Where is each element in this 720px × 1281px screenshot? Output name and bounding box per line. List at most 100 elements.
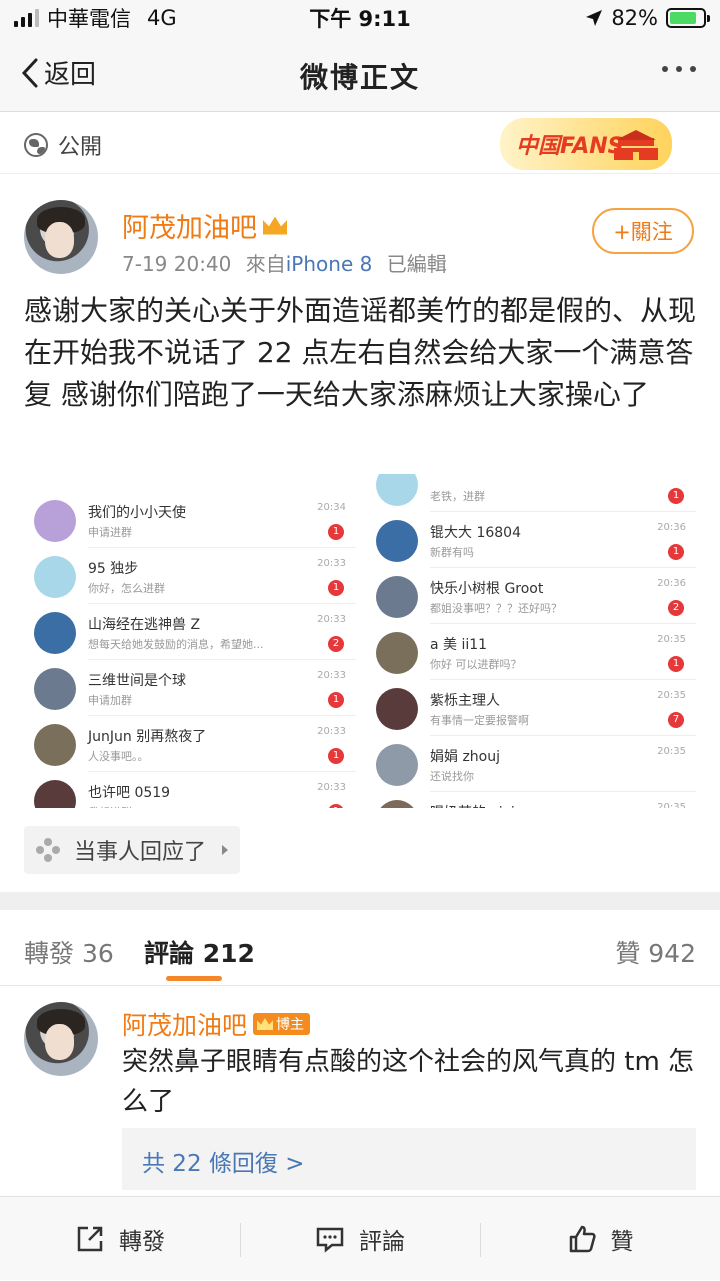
chat-time: 20:33 <box>317 670 346 681</box>
globe-icon <box>24 133 48 157</box>
chat-name: a 美 ii11 <box>430 637 488 653</box>
chat-avatar <box>376 520 418 562</box>
visibility-indicator: 公開 <box>24 129 102 161</box>
comment-text: 突然鼻子眼睛有点酸的这个社会的风气真的 tm 怎么了 <box>122 1047 695 1117</box>
unread-badge: 1 <box>328 692 344 708</box>
follow-button[interactable]: +關注 <box>592 208 694 254</box>
chat-time: 20:35 <box>657 746 686 757</box>
section-divider <box>0 892 720 910</box>
tab-like[interactable]: 贊 942 <box>615 934 696 970</box>
comment-label: 評論 <box>359 1229 405 1255</box>
chat-avatar <box>376 688 418 730</box>
chat-name: 95 独步 <box>88 561 139 577</box>
chat-message: 想每天给她发鼓励的消息，希望她... <box>88 638 264 651</box>
chat-list-item: 也许吧 0519 我想进群 20:33 1 <box>24 772 356 808</box>
edited-label: 已編輯 <box>386 252 447 276</box>
post-meta: 7-19 20:40 來自iPhone 8 已編輯 <box>122 248 447 277</box>
chat-time: 20:35 <box>657 634 686 645</box>
author-name: 阿茂加油吧 <box>122 213 257 244</box>
chat-list-item: 我们的小小天使 申请进群 20:34 1 <box>24 492 356 548</box>
chat-name: 我们的小小天使 <box>88 505 186 521</box>
reply-tag-label: 当事人回应了 <box>74 840 207 865</box>
chat-time: 20:35 <box>657 690 686 701</box>
unread-badge: 1 <box>328 524 344 540</box>
chat-message: 申请进群 <box>88 526 132 539</box>
chat-list-item: JunJun 别再熬夜了 人没事吧。。 20:33 1 <box>24 716 356 772</box>
chat-message: 新群有吗 <box>430 546 474 559</box>
china-fans-badge[interactable]: 中国FANS <box>500 118 672 170</box>
comment-button[interactable]: 評論 <box>240 1197 480 1281</box>
interaction-tabs: 轉發 36 評論 212 贊 942 <box>0 910 720 986</box>
chat-name: 锟大大 16804 <box>430 525 521 541</box>
crown-icon <box>257 1018 274 1030</box>
chat-time: 20:35 <box>657 802 686 808</box>
chat-message: 我想进群 <box>88 804 132 808</box>
chat-name: 喝奶茶的 xixi <box>430 802 515 808</box>
chat-avatar <box>34 556 76 598</box>
chat-time: 20:33 <box>317 726 346 737</box>
like-label: 贊 <box>610 1229 634 1255</box>
chat-time: 20:33 <box>317 614 346 625</box>
active-tab-indicator <box>166 976 222 981</box>
tab-like-count: 942 <box>648 939 696 968</box>
tiananmen-icon <box>614 130 658 160</box>
chat-avatar <box>376 744 418 786</box>
comment-icon <box>316 1227 344 1253</box>
chat-message: 人没事吧。。 <box>88 750 149 763</box>
battery-icon <box>666 8 710 28</box>
chat-message: 申请加群 <box>88 694 132 707</box>
pinwheel-icon <box>36 838 60 862</box>
chat-message: 老铁，进群 <box>430 490 485 503</box>
like-button[interactable]: 贊 <box>480 1197 720 1281</box>
unread-badge: 1 <box>668 656 684 672</box>
chat-message: 还说找你 <box>430 770 474 783</box>
tab-comment[interactable]: 評論 212 <box>144 934 255 970</box>
unread-badge: 1 <box>668 544 684 560</box>
triangle-right-icon <box>222 845 229 855</box>
chat-message: 有事情一定要报警啊 <box>430 714 529 727</box>
page-title: 微博正文 <box>299 61 420 94</box>
more-icon[interactable] <box>662 66 696 72</box>
chat-name: JunJun 别再熬夜了 <box>88 729 207 745</box>
reply-tag-button[interactable]: 当事人回应了 <box>24 826 240 874</box>
chat-avatar <box>34 780 76 808</box>
visibility-label: 公開 <box>58 135 103 160</box>
post-date: 7-19 20:40 <box>122 252 232 276</box>
author-avatar[interactable] <box>24 200 98 274</box>
unread-badge: 7 <box>668 712 684 728</box>
repost-button[interactable]: 轉發 <box>0 1197 240 1281</box>
post-image-right[interactable]: 老铁，进群 1 锟大大 16804 新群有吗 20:36 1 快乐小树根 Groot 都姐没事… <box>366 474 696 808</box>
post-image-left[interactable]: 我们的小小天使 申请进群 20:34 1 95 独步 你好，怎么进群 20:33 1 山海经在逃… <box>24 474 356 808</box>
location-arrow-icon <box>586 10 603 26</box>
chat-name: 山海经在逃神兽 Z <box>88 617 201 633</box>
nav-bar: 返回 微博正文 <box>0 36 720 112</box>
bottom-action-bar: 轉發 評論 贊 <box>0 1196 720 1280</box>
unread-badge: 2 <box>668 600 684 616</box>
chat-list-item: 锟大大 16804 新群有吗 20:36 1 <box>366 512 696 568</box>
source-prefix: 來自 <box>245 252 286 276</box>
chat-avatar <box>376 632 418 674</box>
host-badge-label: 博主 <box>276 1017 305 1033</box>
tab-comment-count: 212 <box>202 939 255 968</box>
tab-repost-label: 轉發 <box>24 939 75 968</box>
commenter-avatar[interactable] <box>24 1002 98 1076</box>
chat-name: 快乐小树根 Groot <box>430 581 544 597</box>
device-link[interactable]: iPhone 8 <box>286 252 373 276</box>
chat-avatar <box>376 474 418 506</box>
chat-avatar <box>34 724 76 766</box>
tab-repost[interactable]: 轉發 36 <box>24 934 114 970</box>
chat-list-item: 95 独步 你好，怎么进群 20:33 1 <box>24 548 356 604</box>
battery-percent: 82% <box>611 6 658 30</box>
chat-time: 20:33 <box>317 782 346 793</box>
chat-name: 三维世间是个球 <box>88 673 186 689</box>
chat-list-item: 山海经在逃神兽 Z 想每天给她发鼓励的消息，希望她... 20:33 2 <box>24 604 356 660</box>
commenter-name-row[interactable]: 阿茂加油吧 博主 <box>122 1006 311 1042</box>
unread-badge: 1 <box>328 580 344 596</box>
chat-name: 也许吧 0519 <box>88 785 171 801</box>
chat-time: 20:33 <box>317 558 346 569</box>
chat-list-item: 老铁，进群 1 <box>366 474 696 512</box>
chat-time: 20:34 <box>317 502 346 513</box>
chat-message: 都姐没事吧？？？还好吗？ <box>430 602 562 615</box>
author-name-row[interactable]: 阿茂加油吧 <box>122 206 287 245</box>
view-replies-link[interactable]: 共 22 條回復 > <box>122 1128 696 1190</box>
